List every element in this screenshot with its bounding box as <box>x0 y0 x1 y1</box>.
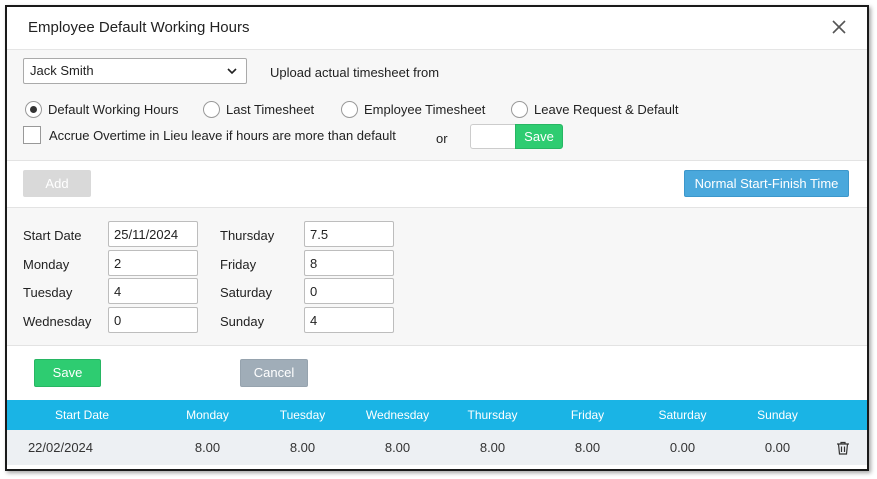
trash-icon[interactable] <box>835 440 851 456</box>
save-button[interactable]: Save <box>34 359 101 387</box>
monday-label: Monday <box>23 257 70 272</box>
add-button[interactable]: Add <box>23 170 91 197</box>
column-header-thursday[interactable]: Thursday <box>445 400 540 430</box>
thursday-input[interactable]: 7.5 <box>304 221 394 247</box>
saturday-input[interactable]: 0 <box>304 278 394 304</box>
radio-last-timesheet[interactable]: Last Timesheet <box>203 100 314 118</box>
normal-start-finish-time-button[interactable]: Normal Start-Finish Time <box>684 170 849 197</box>
thursday-label: Thursday <box>220 228 275 243</box>
wednesday-input[interactable]: 0 <box>108 307 198 333</box>
table-header: Start Date Monday Tuesday Wednesday Thur… <box>7 400 867 430</box>
saturday-label: Saturday <box>220 285 273 300</box>
cell-tuesday: 8.00 <box>289 440 316 455</box>
cell-start-date: 22/02/2024 <box>27 440 94 455</box>
hours-form: Start Date 25/11/2024 Monday 2 Tuesday 4… <box>7 208 867 346</box>
cell-monday: 8.00 <box>194 440 221 455</box>
cell-sunday: 0.00 <box>764 440 791 455</box>
accrue-overtime-row: Accrue Overtime in Lieu leave if hours a… <box>23 125 396 145</box>
radio-employee-timesheet-circle[interactable] <box>341 100 358 118</box>
tuesday-label: Tuesday <box>23 285 73 300</box>
column-header-sunday[interactable]: Sunday <box>730 400 825 430</box>
start-date-input[interactable]: 25/11/2024 <box>108 221 198 247</box>
monday-input[interactable]: 2 <box>108 250 198 276</box>
sunday-input[interactable]: 4 <box>304 307 394 333</box>
radio-employee-timesheet[interactable]: Employee Timesheet <box>341 100 485 118</box>
table-row: 22/02/2024 8.00 8.00 8.00 8.00 8.00 0.00… <box>7 430 867 465</box>
accrue-overtime-checkbox[interactable] <box>23 126 41 144</box>
toolbar: Add Normal Start-Finish Time <box>7 161 867 208</box>
timesheet-input[interactable] <box>470 124 516 149</box>
friday-input[interactable]: 8 <box>304 250 394 276</box>
column-header-friday[interactable]: Friday <box>540 400 635 430</box>
radio-label: Leave Request & Default <box>534 101 679 117</box>
radio-last-timesheet-circle[interactable] <box>203 100 220 118</box>
form-actions: Save Cancel <box>7 346 867 400</box>
column-header-monday[interactable]: Monday <box>160 400 255 430</box>
dialog: Employee Default Working Hours Jack Smit… <box>5 5 869 471</box>
cancel-button[interactable]: Cancel <box>240 359 308 387</box>
radio-default-working-hours-circle[interactable] <box>25 100 42 118</box>
close-icon[interactable] <box>829 17 849 37</box>
radio-label: Employee Timesheet <box>364 101 486 117</box>
tuesday-input[interactable]: 4 <box>108 278 198 304</box>
wednesday-label: Wednesday <box>23 314 92 329</box>
cell-wednesday: 8.00 <box>384 440 411 455</box>
sunday-label: Sunday <box>220 314 265 329</box>
dialog-title: Employee Default Working Hours <box>28 19 250 36</box>
radio-label: Default Working Hours <box>48 101 179 117</box>
employee-select[interactable]: Jack Smith <box>23 58 247 84</box>
friday-label: Friday <box>220 257 257 272</box>
employee-select-value: Jack Smith <box>30 63 94 78</box>
radio-leave-request-default[interactable]: Leave Request & Default <box>511 100 679 118</box>
radio-label: Last Timesheet <box>226 101 315 117</box>
column-header-start-date[interactable]: Start Date <box>7 400 157 430</box>
upload-label: Upload actual timesheet from <box>270 65 440 80</box>
column-header-tuesday[interactable]: Tuesday <box>255 400 350 430</box>
start-date-label: Start Date <box>23 228 82 243</box>
accrue-overtime-label: Accrue Overtime in Lieu leave if hours a… <box>49 127 396 143</box>
radio-default-working-hours[interactable]: Default Working Hours <box>25 100 179 118</box>
timesheet-save-button[interactable]: Save <box>515 124 563 149</box>
cell-thursday: 8.00 <box>479 440 506 455</box>
cell-saturday: 0.00 <box>669 440 696 455</box>
options-section: Jack Smith Upload actual timesheet from … <box>7 50 867 161</box>
cell-friday: 8.00 <box>574 440 601 455</box>
column-header-saturday[interactable]: Saturday <box>635 400 730 430</box>
column-header-wednesday[interactable]: Wednesday <box>350 400 445 430</box>
or-label: or <box>436 131 448 146</box>
radio-leave-request-default-circle[interactable] <box>511 100 528 118</box>
chevron-down-icon <box>227 68 237 75</box>
dialog-header: Employee Default Working Hours <box>7 7 867 50</box>
